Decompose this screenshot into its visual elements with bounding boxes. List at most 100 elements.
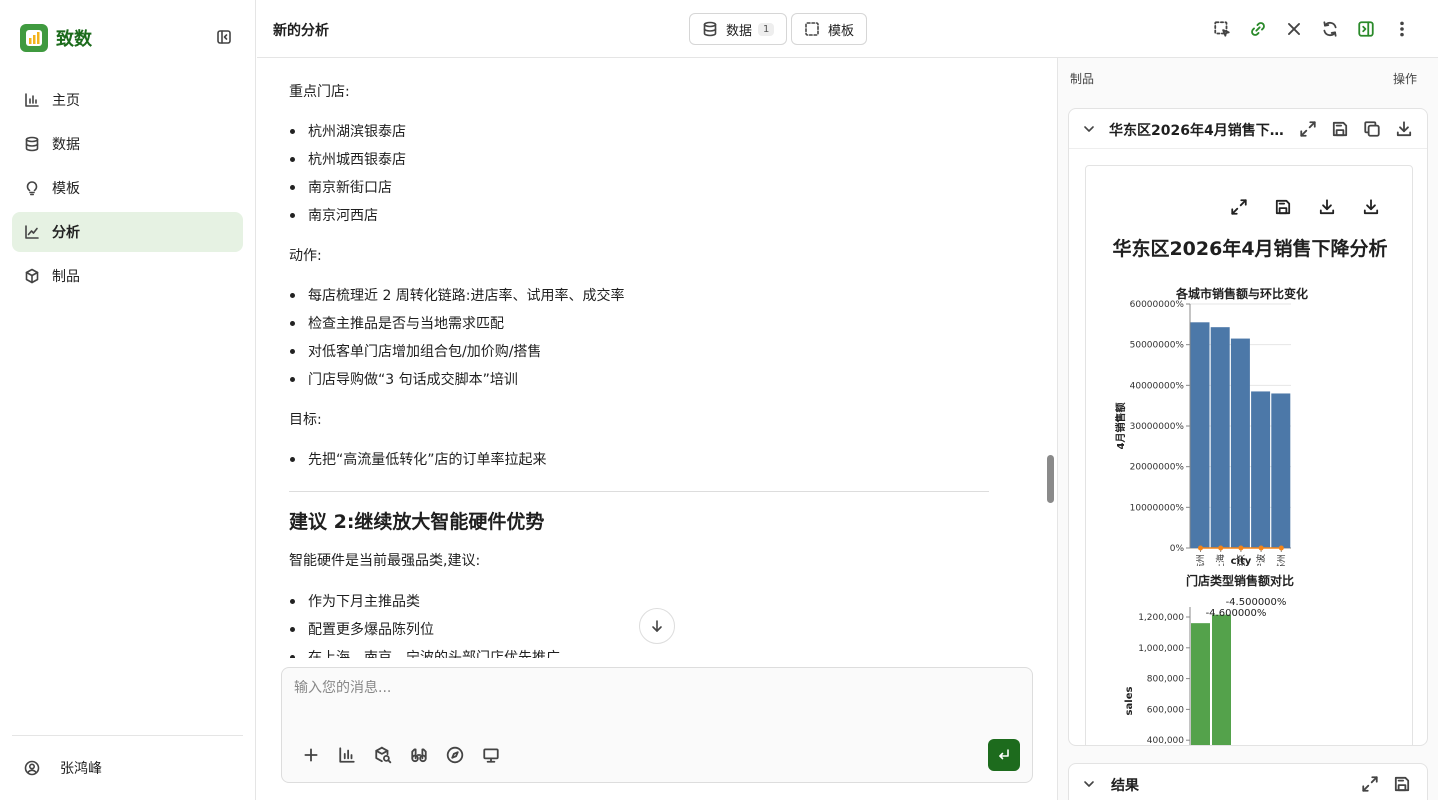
send-button[interactable] <box>988 739 1020 771</box>
actions-list: 每店梳理近 2 周转化链路:进店率、试用率、成交率 检查主推品是否与当地需求匹配… <box>289 282 625 394</box>
download-icon[interactable] <box>1395 120 1413 138</box>
list-item: 作为下月主推品类 <box>289 588 560 616</box>
scrollbar-thumb[interactable] <box>1047 455 1054 503</box>
arrow-down-icon <box>652 620 662 632</box>
sidebar: 致数 主页 数据 模板 分析 制品 张鸿峰 <box>0 0 256 800</box>
close-icon[interactable] <box>1285 20 1303 38</box>
list-item: 先把“高流量低转化”店的订单率拉起来 <box>289 446 547 474</box>
box-search-icon[interactable] <box>374 746 392 764</box>
actions-label: 动作: <box>289 248 322 264</box>
binoculars-icon[interactable] <box>410 746 428 764</box>
list-item: 在上海、南京、宁波的头部门店优先推广 <box>289 644 560 658</box>
bar <box>1210 327 1230 548</box>
save-icon[interactable] <box>1331 120 1349 138</box>
sidebar-item-label: 数据 <box>52 137 80 153</box>
divider <box>12 735 243 736</box>
enter-icon <box>999 749 1009 760</box>
store-type-chart: 门店类型销售额对比 400,000 600,000 800,000 1,000,000 1… <box>1124 573 1294 745</box>
list-item: 配置更多爆品陈列位 <box>289 616 560 644</box>
sidebar-item-label: 制品 <box>52 269 80 285</box>
database-icon <box>703 21 717 37</box>
y-axis-label: sales <box>1124 687 1135 716</box>
line-point <box>1238 545 1244 551</box>
result-card[interactable]: 结果 <box>1068 763 1428 800</box>
result-card-title: 结果 <box>1111 778 1139 794</box>
sidebar-item-analysis[interactable]: 分析 <box>12 212 243 252</box>
sidebar-item-home[interactable]: 主页 <box>12 80 243 120</box>
x-tick-label: 上海 <box>1215 554 1227 566</box>
dashed-square-icon <box>805 22 819 36</box>
chart-title: 门店类型销售额对比 <box>1186 573 1294 588</box>
goal-label: 目标: <box>289 412 322 428</box>
list-item: 南京新街口店 <box>289 174 406 202</box>
list-item: 杭州城西银泰店 <box>289 146 406 174</box>
section-paragraph: 智能硬件是当前最强品类,建议: <box>289 553 481 569</box>
save-icon[interactable] <box>1393 775 1411 793</box>
bar <box>1191 623 1210 745</box>
more-vertical-icon[interactable] <box>1393 20 1411 38</box>
compass-icon[interactable] <box>446 746 464 764</box>
y-tick-label: 30000000% <box>1130 422 1185 432</box>
chart-bar-icon <box>25 93 39 107</box>
page-title: 新的分析 <box>273 23 329 39</box>
brand[interactable]: 致数 <box>20 24 92 52</box>
sidebar-item-artifacts[interactable]: 制品 <box>12 256 243 296</box>
x-tick-label: 杭州 <box>1195 554 1207 566</box>
chevron-down-icon[interactable] <box>1081 776 1097 792</box>
data-button-label: 数据 <box>726 23 753 39</box>
line-point <box>1258 545 1264 551</box>
save-icon[interactable] <box>1274 198 1292 216</box>
list-item: 杭州湖滨银泰店 <box>289 118 406 146</box>
bar <box>1212 614 1231 745</box>
expand-icon[interactable] <box>1230 198 1248 216</box>
chevron-down-icon[interactable] <box>1081 121 1097 137</box>
template-button[interactable]: 模板 <box>791 13 868 45</box>
link-icon[interactable] <box>1249 20 1267 38</box>
monitor-icon[interactable] <box>482 746 500 764</box>
bar <box>1230 338 1250 548</box>
stores-label: 重点门店: <box>289 84 350 100</box>
chat-content: 重点门店: 杭州湖滨银泰店 杭州城西银泰店 南京新街口店 南京河西店 动作: 每… <box>289 58 989 658</box>
sidebar-collapse-icon[interactable] <box>216 29 234 47</box>
chart-bar-icon[interactable] <box>338 746 356 764</box>
composer-tools <box>302 746 518 764</box>
preview-actions <box>1230 198 1406 216</box>
template-button-label: 模板 <box>828 23 855 39</box>
sidebar-item-template[interactable]: 模板 <box>12 168 243 208</box>
plus-icon[interactable] <box>302 746 320 764</box>
sidebar-item-data[interactable]: 数据 <box>12 124 243 164</box>
artifact-card-title: 华东区2026年4月销售下降分析 <box>1109 123 1295 139</box>
viz-title: 华东区2026年4月销售下降分析 <box>1112 238 1388 260</box>
brand-name: 致数 <box>56 29 92 50</box>
copy-icon[interactable] <box>1363 120 1381 138</box>
panel-header-left: 制品 <box>1070 72 1095 86</box>
line-point <box>1218 545 1224 551</box>
y-tick-label: 40000000% <box>1130 381 1185 391</box>
expand-icon[interactable] <box>1361 775 1379 793</box>
user-name: 张鸿峰 <box>60 761 102 777</box>
message-input[interactable] <box>294 680 1014 696</box>
data-button[interactable]: 数据 1 <box>689 13 788 45</box>
panel-toggle-icon[interactable] <box>1357 20 1375 38</box>
sidebar-item-label: 主页 <box>52 93 80 109</box>
artifacts-panel: 制品 操作 华东区2026年4月销售下降分析 华东区2026年4月销售下降分析 … <box>1057 58 1438 800</box>
list-item: 南京河西店 <box>289 202 406 230</box>
panel-header: 制品 操作 <box>1058 58 1438 98</box>
y-axis-label: 4月销售额 <box>1114 403 1127 450</box>
scroll-down-button[interactable] <box>639 608 675 644</box>
download-icon[interactable] <box>1318 198 1336 216</box>
x-tick-label: 苏州 <box>1275 554 1287 566</box>
y-tick-label: 60000000% <box>1130 300 1185 310</box>
refresh-icon[interactable] <box>1321 20 1339 38</box>
y-tick-label: 600,000 <box>1147 705 1184 715</box>
select-area-icon[interactable] <box>1213 20 1231 38</box>
expand-icon[interactable] <box>1299 120 1317 138</box>
download-icon[interactable] <box>1362 198 1380 216</box>
chart-title: 各城市销售额与环比变化 <box>1175 286 1308 301</box>
artifact-card-header[interactable]: 华东区2026年4月销售下降分析 <box>1069 109 1427 149</box>
y-tick-label: 0% <box>1170 544 1185 554</box>
list-item: 对低客单门店增加组合包/加价购/搭售 <box>289 338 625 366</box>
data-count-badge: 1 <box>758 22 775 36</box>
main-area: 新的分析 数据 1 模板 重点门店: 杭州湖滨银泰店 杭州城西银泰店 南京新街口… <box>257 0 1438 800</box>
user-profile[interactable]: 张鸿峰 <box>24 758 102 778</box>
